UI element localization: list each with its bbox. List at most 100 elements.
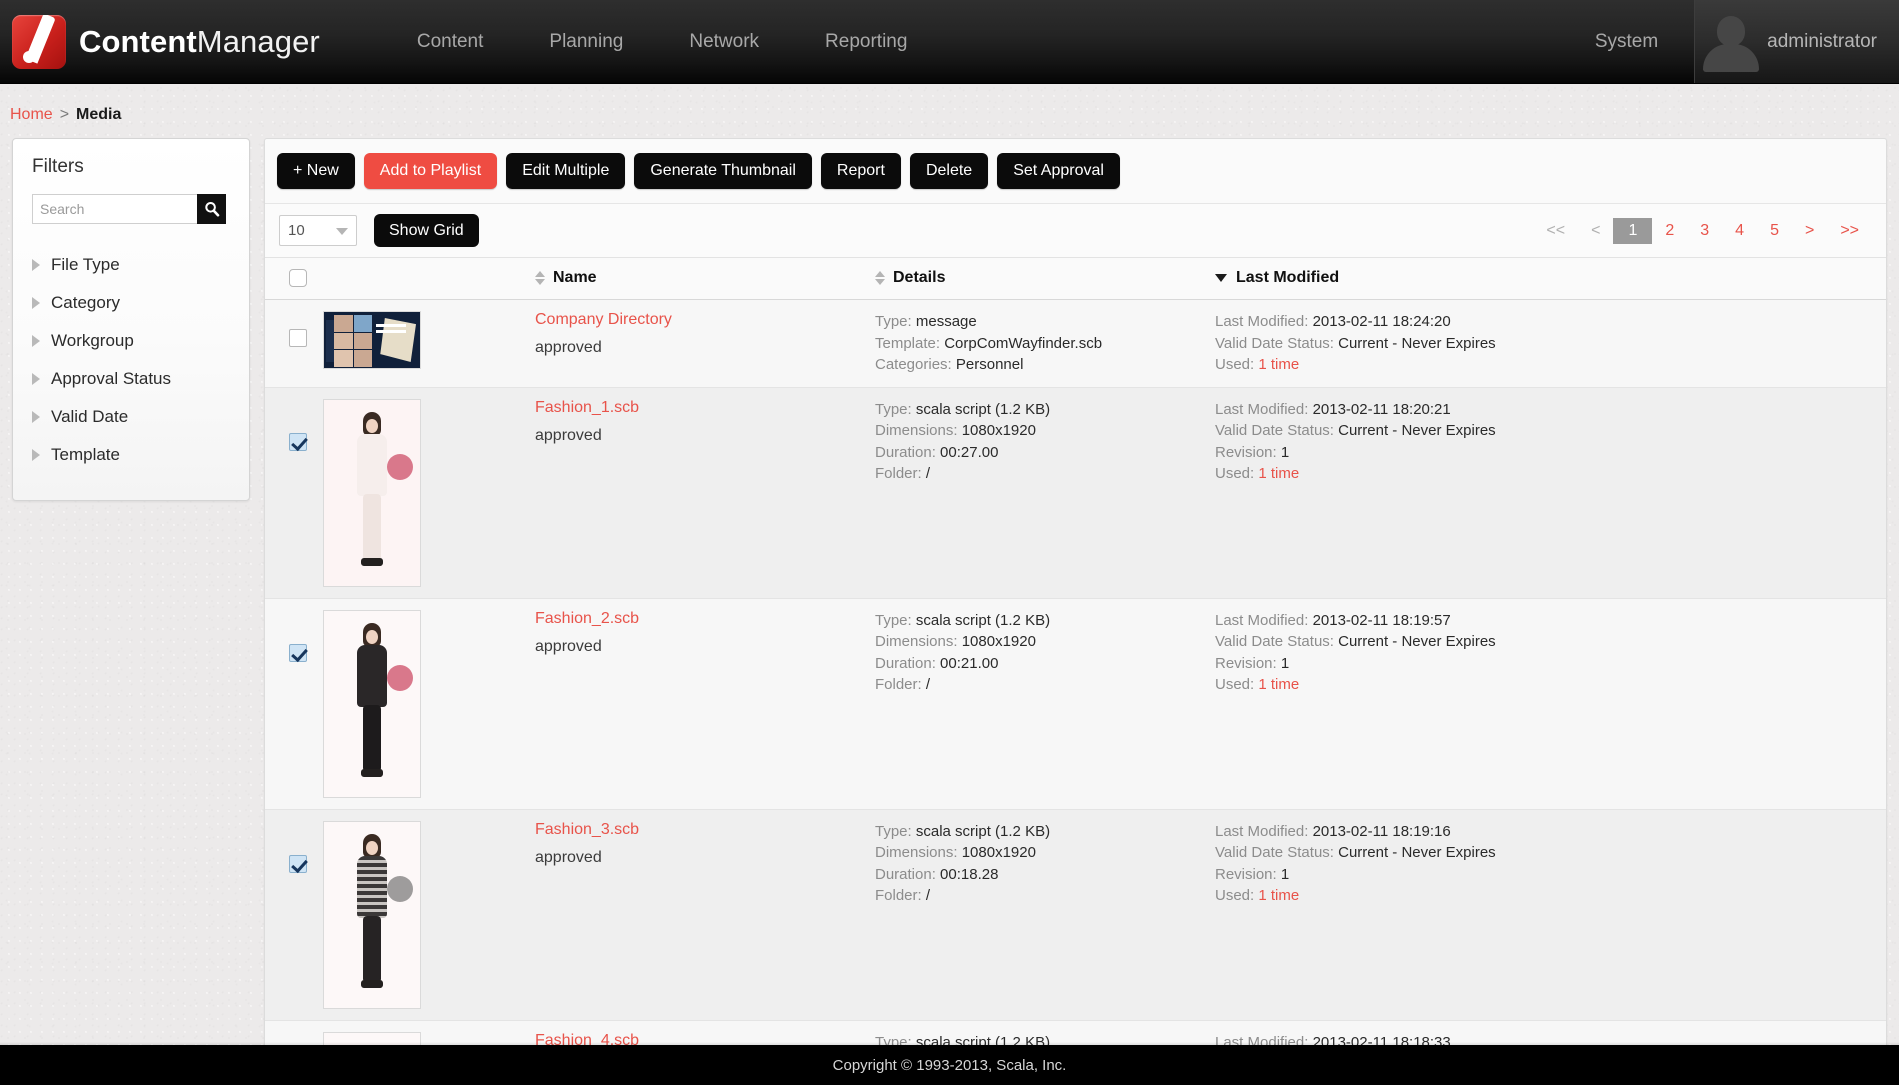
pagination-page-1[interactable]: 1 — [1613, 217, 1653, 244]
pagination-prev[interactable]: < — [1578, 218, 1613, 244]
row-select-cell — [265, 598, 323, 809]
user-account-menu[interactable]: administrator — [1694, 0, 1899, 83]
row-checkbox[interactable] — [289, 643, 307, 662]
search-input[interactable] — [32, 194, 197, 224]
filter-group-template[interactable]: Template — [32, 436, 230, 474]
pagination-last[interactable]: >> — [1827, 218, 1872, 244]
filters-panel: Filters File Type Category Workgroup App… — [12, 138, 250, 501]
filter-group-category[interactable]: Category — [32, 284, 230, 322]
detail-line: Type: scala script (1.2 KB) — [875, 610, 1215, 632]
modified-line: Last Modified: 2013-02-11 18:20:21 — [1215, 399, 1886, 421]
media-name-link[interactable]: Fashion_2.scb — [535, 610, 875, 628]
modified-line: Revision: 1 — [1215, 442, 1886, 464]
modified-line: Last Modified: 2013-02-11 18:24:20 — [1215, 311, 1886, 333]
detail-line: Duration: 00:18.28 — [875, 864, 1215, 886]
column-last-modified[interactable]: Last Modified — [1215, 257, 1886, 300]
table-row[interactable]: Fashion_3.scb approved Type: scala scrip… — [265, 809, 1886, 1020]
row-details-cell: Type: message Template: CorpComWayfinder… — [875, 300, 1215, 388]
detail-value: 1080x1920 — [961, 422, 1036, 439]
filter-label: File Type — [51, 255, 120, 274]
filters-title: Filters — [32, 156, 84, 177]
media-name-link[interactable]: Fashion_1.scb — [535, 399, 875, 417]
modified-label: Used: — [1215, 887, 1255, 904]
filter-group-file-type[interactable]: File Type — [32, 246, 230, 284]
pagination-page-2[interactable]: 2 — [1652, 218, 1687, 244]
media-name-link[interactable]: Fashion_3.scb — [535, 821, 875, 839]
set-approval-button[interactable]: Set Approval — [997, 153, 1120, 189]
modified-value: Current - Never Expires — [1338, 334, 1496, 352]
detail-value: scala script (1.2 KB) — [915, 822, 1051, 840]
modified-line: Used: 1 time — [1215, 674, 1886, 696]
media-content-panel: + New Add to Playlist Edit Multiple Gene… — [264, 138, 1887, 1085]
filter-group-workgroup[interactable]: Workgroup — [32, 322, 230, 360]
filter-group-approval-status[interactable]: Approval Status — [32, 360, 230, 398]
pagination-page-4[interactable]: 4 — [1722, 218, 1757, 244]
add-to-playlist-button[interactable]: Add to Playlist — [363, 153, 498, 189]
modified-label: Last Modified: — [1215, 822, 1309, 840]
modified-value: 1 — [1280, 654, 1290, 672]
list-controls-bar: 10 25 50 100 Show Grid << < 1 2 3 4 5 > … — [265, 203, 1886, 257]
page-size-select[interactable]: 10 25 50 100 — [279, 215, 357, 246]
detail-line: Folder: / — [875, 463, 1215, 485]
table-row[interactable]: Fashion_1.scb approved Type: scala scrip… — [265, 387, 1886, 598]
media-table: Name Details Last Modified Company Direc… — [265, 257, 1886, 1085]
app-logo-icon — [12, 14, 66, 69]
column-name[interactable]: Name — [535, 257, 875, 300]
show-grid-button[interactable]: Show Grid — [374, 214, 479, 247]
row-checkbox[interactable] — [289, 329, 307, 347]
report-button[interactable]: Report — [820, 153, 901, 189]
modified-label: Last Modified: — [1215, 400, 1309, 418]
nav-item-content[interactable]: Content — [393, 25, 508, 59]
detail-label: Type: — [875, 822, 912, 840]
delete-button[interactable]: Delete — [909, 153, 989, 189]
user-name-label: administrator — [1767, 30, 1877, 52]
approval-status: approved — [535, 426, 602, 444]
pagination-first[interactable]: << — [1533, 218, 1578, 244]
modified-line: Revision: 1 — [1215, 653, 1886, 675]
filter-label: Valid Date — [51, 407, 129, 426]
detail-line: Type: scala script (1.2 KB) — [875, 399, 1215, 421]
brand-logo-area[interactable]: ContentManager — [0, 14, 320, 69]
table-row[interactable]: Company Directory approved Type: message… — [265, 299, 1886, 388]
company-directory-thumbnail[interactable] — [323, 311, 421, 369]
system-menu[interactable]: System — [1595, 31, 1694, 53]
media-table-header: Name Details Last Modified — [265, 257, 1886, 300]
detail-label: Dimensions: — [875, 844, 958, 861]
detail-line: Duration: 00:21.00 — [875, 653, 1215, 675]
media-name-link[interactable]: Company Directory — [535, 311, 875, 329]
row-checkbox[interactable] — [289, 854, 307, 873]
column-details[interactable]: Details — [875, 257, 1215, 300]
row-checkbox[interactable] — [289, 432, 307, 451]
filter-group-valid-date[interactable]: Valid Date — [32, 398, 230, 436]
media-table-body: Company Directory approved Type: message… — [265, 299, 1886, 1085]
detail-line: Dimensions: 1080x1920 — [875, 631, 1215, 653]
pagination-page-5[interactable]: 5 — [1757, 218, 1792, 244]
generate-thumbnail-button[interactable]: Generate Thumbnail — [634, 153, 812, 189]
fashion-2-thumbnail[interactable] — [323, 609, 421, 798]
modified-value: Current - Never Expires — [1338, 422, 1496, 439]
approval-status: approved — [535, 637, 602, 655]
select-all-checkbox[interactable] — [289, 269, 307, 287]
sort-icon — [535, 270, 545, 285]
modified-value: Current - Never Expires — [1338, 844, 1496, 861]
column-details-label: Details — [893, 269, 946, 286]
row-name-cell: Fashion_3.scb approved — [535, 809, 875, 1020]
table-row[interactable]: Fashion_2.scb approved Type: scala scrip… — [265, 598, 1886, 809]
modified-line: Used: 1 time — [1215, 354, 1886, 376]
pagination-next[interactable]: > — [1792, 218, 1827, 244]
nav-item-network[interactable]: Network — [665, 25, 783, 59]
pagination-page-3[interactable]: 3 — [1687, 218, 1722, 244]
fashion-1-thumbnail[interactable] — [323, 398, 421, 587]
modified-value: 2013-02-11 18:24:20 — [1312, 313, 1451, 330]
sort-icon — [875, 270, 885, 285]
row-modified-cell: Last Modified: 2013-02-11 18:19:16 Valid… — [1215, 809, 1886, 1020]
fashion-3-thumbnail[interactable] — [323, 820, 421, 1009]
nav-item-planning[interactable]: Planning — [525, 25, 647, 59]
detail-label: Type: — [875, 611, 912, 629]
edit-multiple-button[interactable]: Edit Multiple — [506, 153, 626, 189]
search-button[interactable] — [197, 194, 226, 224]
breadcrumb-home-link[interactable]: Home — [10, 106, 53, 123]
nav-item-reporting[interactable]: Reporting — [801, 25, 931, 59]
new-button[interactable]: + New — [277, 153, 355, 189]
breadcrumb-separator: > — [59, 106, 70, 123]
